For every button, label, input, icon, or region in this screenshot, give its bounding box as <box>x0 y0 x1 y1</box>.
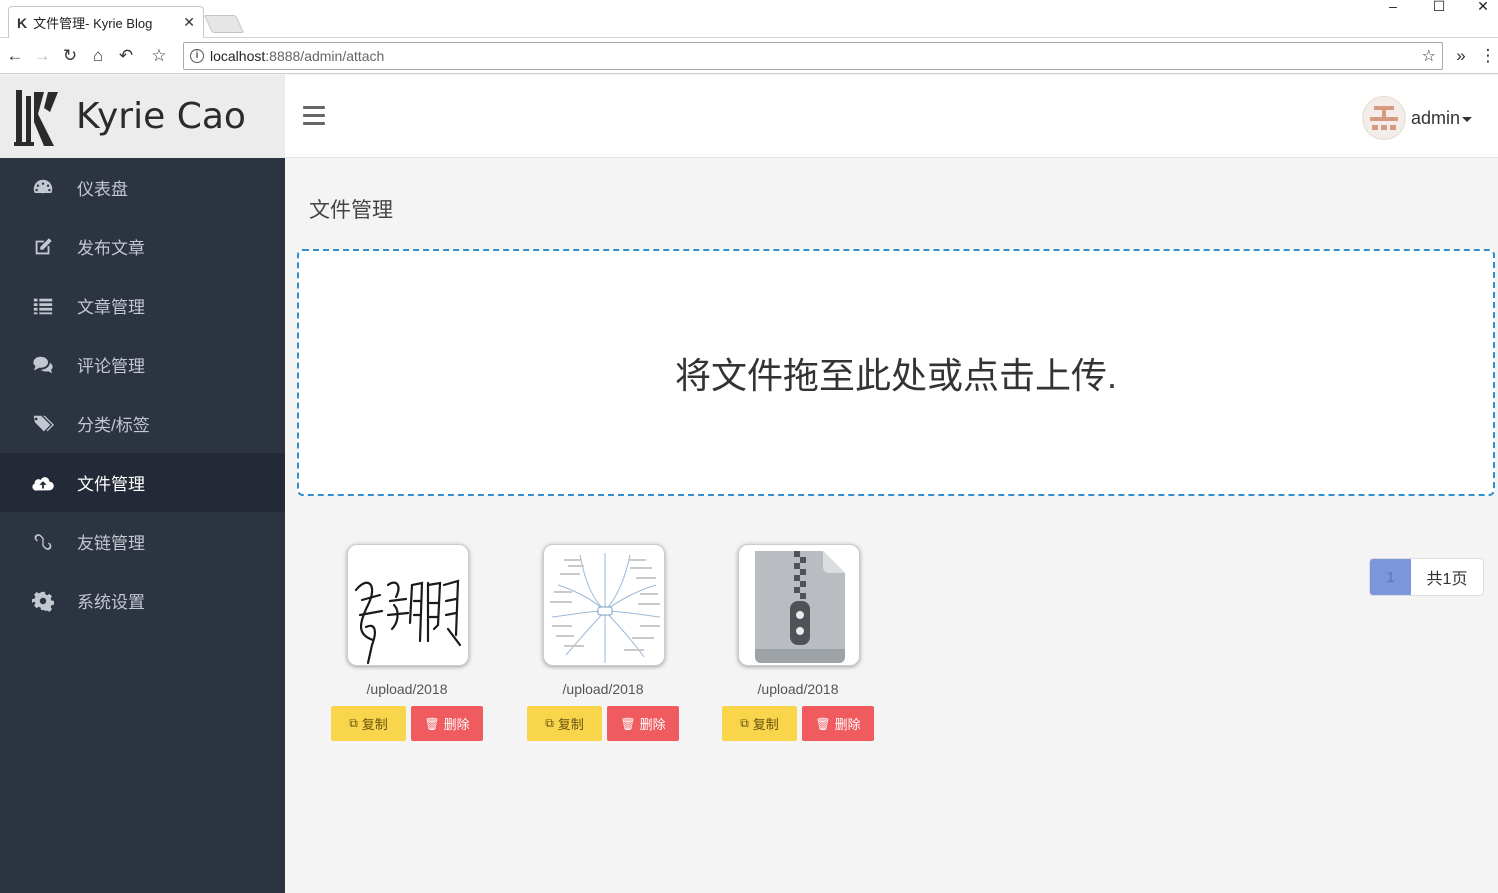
sidebar-item-label: 分类/标签 <box>77 416 150 435</box>
sidebar-item-categories-tags[interactable]: 分类/标签 <box>0 394 285 453</box>
copy-icon: ⧉ <box>545 716 554 730</box>
extensions-icon[interactable]: » <box>1450 45 1472 67</box>
new-tab-button[interactable] <box>203 15 245 33</box>
cloud-upload-icon <box>31 471 55 495</box>
user-menu[interactable]: admin <box>1362 97 1472 139</box>
link-icon <box>31 530 55 554</box>
browser-toolbar: ← → ↻ ⌂ ↶ ☆ i localhost:8888/admin/attac… <box>0 38 1498 74</box>
trash-icon: 🗑 <box>620 716 636 731</box>
sidebar-item-label: 文件管理 <box>77 475 145 494</box>
tags-icon <box>31 412 55 436</box>
trash-icon: 🗑 <box>424 716 440 731</box>
brand-name: Kyrie Cao <box>76 96 246 137</box>
undo-icon[interactable]: ↶ <box>115 45 137 67</box>
user-name: admin <box>1410 107 1460 128</box>
pagination: 1 共1页 <box>1369 558 1484 596</box>
menu-dots-icon[interactable]: ⋮ <box>1477 45 1498 67</box>
sidebar-item-label: 文章管理 <box>77 298 145 317</box>
page-number-button[interactable]: 1 <box>1370 559 1411 595</box>
copy-button[interactable]: ⧉ 复制 <box>331 706 406 741</box>
copy-button[interactable]: ⧉ 复制 <box>722 706 797 741</box>
trash-icon: 🗑 <box>815 716 831 731</box>
sidebar-item-label: 仪表盘 <box>77 180 128 199</box>
address-bar[interactable]: i localhost:8888/admin/attach ☆ <box>183 42 1443 70</box>
sidebar-item-files[interactable]: 文件管理 <box>0 453 285 512</box>
browser-tab[interactable]: K 文件管理- Kyrie Blog ✕ <box>8 6 204 38</box>
list-icon <box>31 294 55 318</box>
page-total-label: 共1页 <box>1426 571 1468 588</box>
signature-image[interactable] <box>347 544 469 666</box>
comments-icon <box>31 353 55 377</box>
browser-tab-bar: K 文件管理- Kyrie Blog ✕ – ☐ ✕ <box>0 0 1498 38</box>
upload-dropzone[interactable]: 将文件拖至此处或点击上传. <box>297 249 1495 496</box>
hamburger-menu-icon[interactable] <box>303 106 325 126</box>
maximize-icon[interactable]: ☐ <box>1424 0 1454 14</box>
home-icon[interactable]: ⌂ <box>87 45 109 67</box>
sidebar-item-comments[interactable]: 评论管理 <box>0 335 285 394</box>
tab-close-icon[interactable]: ✕ <box>183 14 195 31</box>
reload-icon[interactable]: ↻ <box>59 45 81 67</box>
favicon-icon: K <box>17 14 28 31</box>
delete-button[interactable]: 🗑 删除 <box>411 706 483 741</box>
minimize-icon[interactable]: – <box>1378 0 1408 14</box>
delete-button[interactable]: 🗑 删除 <box>607 706 679 741</box>
avatar <box>1362 97 1405 139</box>
dropzone-text: 将文件拖至此处或点击上传. <box>674 354 1117 396</box>
mindmap-image[interactable] <box>543 544 665 666</box>
edit-icon <box>31 235 55 259</box>
file-path: /upload/2018 <box>366 681 448 697</box>
copy-icon: ⧉ <box>349 716 358 730</box>
zip-file-icon[interactable] <box>738 544 860 666</box>
delete-button[interactable]: 🗑 删除 <box>802 706 874 741</box>
caret-down-icon <box>1462 117 1472 122</box>
gear-icon <box>31 589 55 613</box>
url-host: localhost <box>210 48 266 64</box>
kyrie-logo-icon <box>14 88 60 146</box>
close-window-icon[interactable]: ✕ <box>1468 0 1498 14</box>
copy-icon: ⧉ <box>740 716 749 730</box>
sidebar: 仪表盘 发布文章 文章管理 评论管理 分类/标签 文件管理 友链管理 系统设置 <box>0 158 285 893</box>
site-info-icon[interactable]: i <box>190 49 204 63</box>
top-header: admin <box>285 75 1498 158</box>
sidebar-item-links[interactable]: 友链管理 <box>0 512 285 571</box>
file-path: /upload/2018 <box>757 681 839 697</box>
brand-logo-area[interactable]: Kyrie Cao <box>0 75 285 158</box>
sidebar-item-label: 评论管理 <box>77 357 145 376</box>
page-title: 文件管理 <box>309 199 393 222</box>
sidebar-item-settings[interactable]: 系统设置 <box>0 571 285 630</box>
sidebar-item-label: 友链管理 <box>77 534 145 553</box>
back-icon[interactable]: ← <box>4 45 26 67</box>
bookmark-star-icon[interactable]: ☆ <box>148 45 170 67</box>
sidebar-item-label: 发布文章 <box>77 239 145 258</box>
sidebar-item-label: 系统设置 <box>77 593 145 612</box>
dashboard-icon <box>31 176 55 200</box>
sidebar-item-new-post[interactable]: 发布文章 <box>0 217 285 276</box>
copy-button[interactable]: ⧉ 复制 <box>527 706 602 741</box>
sidebar-item-posts[interactable]: 文章管理 <box>0 276 285 335</box>
file-path: /upload/2018 <box>562 681 644 697</box>
bookmark-page-icon[interactable]: ☆ <box>1422 46 1436 66</box>
sidebar-item-dashboard[interactable]: 仪表盘 <box>0 158 285 217</box>
tab-title: 文件管理- Kyrie Blog <box>33 16 153 31</box>
url-path: :8888/admin/attach <box>265 48 385 64</box>
forward-icon[interactable]: → <box>31 45 53 67</box>
